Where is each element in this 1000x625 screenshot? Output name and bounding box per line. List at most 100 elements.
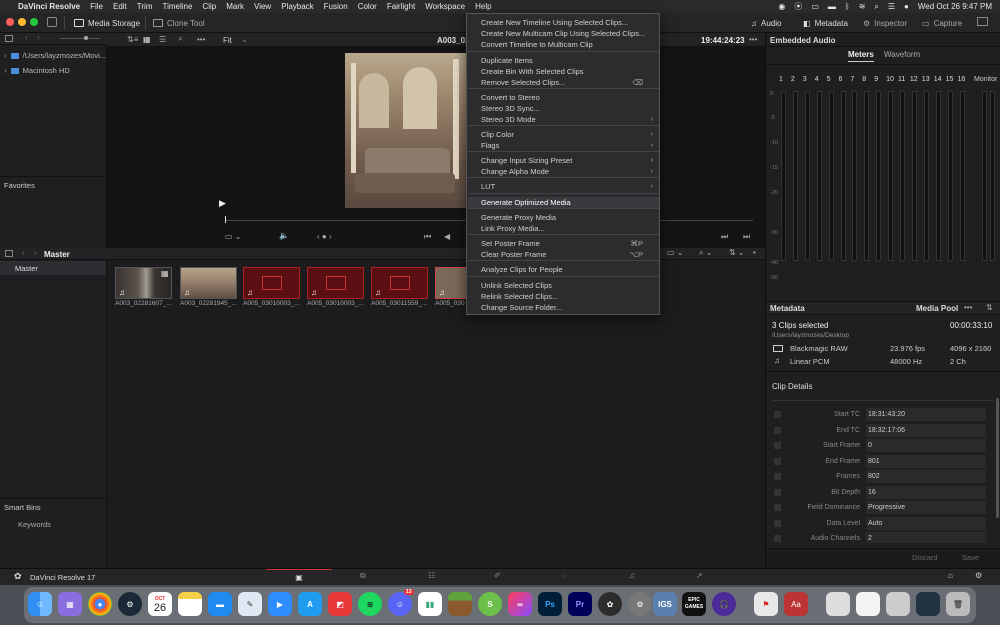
battery-icon[interactable]: ▬ [828, 2, 836, 11]
field-checkbox[interactable] [774, 519, 781, 527]
field-checkbox[interactable] [774, 473, 781, 480]
jog-control[interactable]: ‹ ● › [317, 232, 332, 241]
search-icon[interactable]: ⌕ [178, 34, 182, 44]
viewer-mode-icon[interactable]: ▭ ⌄ [225, 232, 241, 241]
chrome-icon[interactable]: ● [88, 592, 112, 616]
keywords-bin[interactable]: Keywords [18, 520, 51, 529]
settings-gear-icon[interactable]: ⚙ [975, 571, 982, 580]
context-menu-item[interactable]: Change Source Folder... [468, 302, 659, 313]
list-icon[interactable]: ☰ [159, 35, 166, 44]
sidebar-toggle-icon[interactable] [5, 250, 13, 257]
field-checkbox[interactable] [774, 457, 781, 465]
context-menu-item[interactable]: Create New Multicam Clip Using Selected … [468, 28, 659, 39]
zoom-window-button[interactable] [30, 18, 38, 26]
creative-cloud-icon[interactable]: ∞ [508, 592, 532, 616]
clip-detail-value[interactable]: 2 [866, 532, 986, 543]
menu-clip[interactable]: Clip [202, 2, 216, 11]
context-menu-item[interactable]: Relink Selected Clips... [468, 291, 659, 302]
go-to-end-icon[interactable]: ⏭ [721, 232, 728, 242]
context-menu-item[interactable]: Generate Proxy Media [468, 212, 659, 223]
control-center-icon[interactable]: ☰ [888, 2, 895, 11]
view-mode-icon[interactable]: ▭ ⌄ [667, 248, 683, 257]
go-to-start-icon[interactable]: ⏮ [424, 232, 431, 242]
clip-detail-value[interactable]: 16 [866, 485, 986, 499]
finder-icon[interactable]: ☺ [28, 592, 52, 616]
bin-item-master[interactable]: Master [0, 261, 106, 275]
back-icon[interactable]: ‹ [25, 33, 28, 42]
clip-detail-value[interactable]: Progressive [866, 501, 986, 514]
record-icon[interactable]: ⦿ [794, 1, 802, 12]
podcast-app-icon[interactable]: 🎧 [712, 592, 736, 616]
context-menu-item[interactable]: Duplicate Items [468, 55, 659, 66]
minecraft-icon[interactable] [448, 592, 472, 616]
context-menu-item[interactable]: Create Bin With Selected Clips [468, 66, 659, 77]
system-preferences-icon[interactable]: ⚙ [628, 592, 652, 616]
clip-detail-value[interactable]: Auto [866, 516, 986, 530]
menu-color[interactable]: Color [358, 2, 377, 11]
wifi-icon[interactable]: ≋ [859, 2, 866, 11]
more-options-icon[interactable]: • [753, 248, 756, 257]
storage-item[interactable]: › Macintosh HD [4, 66, 70, 75]
epic-games-icon[interactable]: EPIC GAMES [682, 592, 706, 616]
details-scrollbar[interactable] [996, 398, 999, 518]
sort-icon[interactable]: ⇅ ⌄ [729, 248, 745, 257]
metadata-tab[interactable]: ◧ Metadata [797, 13, 854, 33]
cut-page-button[interactable]: ⧉ [360, 571, 366, 581]
menu-fusion[interactable]: Fusion [324, 2, 348, 11]
clip-thumbnail-offline[interactable]: ♫ [307, 267, 364, 299]
menu-workspace[interactable]: Workspace [425, 2, 465, 11]
next-frame-icon[interactable]: ⏭ [743, 232, 750, 242]
context-menu-item[interactable]: Stereo 3D Mode › [468, 114, 659, 125]
serato-icon[interactable]: S [478, 592, 502, 616]
menu-playback[interactable]: Playback [281, 2, 313, 11]
dictionary-icon[interactable]: Aa [784, 592, 808, 616]
context-menu-item[interactable]: Link Proxy Media... [468, 223, 659, 234]
home-icon[interactable]: ⌂ [948, 571, 953, 580]
menu-app-name[interactable]: DaVinci Resolve [18, 2, 80, 11]
zoom-slider[interactable] [60, 38, 100, 39]
window-thumbnail-icon[interactable] [886, 592, 910, 616]
save-button[interactable]: Save [962, 553, 979, 562]
color-page-button[interactable]: ◌ [562, 571, 567, 580]
storage-item[interactable]: › /Users/layzmozes/Movi... [4, 51, 106, 60]
context-menu-item[interactable]: Clear Poster Frame ⌥P [468, 249, 659, 260]
context-menu-item[interactable]: Unlink Selected Clips [468, 280, 659, 291]
photoshop-icon[interactable]: Ps [538, 592, 562, 616]
premiere-icon[interactable]: Pr [568, 592, 592, 616]
fairlight-page-button[interactable]: ♫ [629, 571, 635, 580]
clip-thumbnail[interactable]: ♫ [435, 267, 467, 299]
menu-edit[interactable]: Edit [113, 2, 127, 11]
photo-app-icon[interactable]: ◩ [328, 592, 352, 616]
launchpad-icon[interactable]: ▦ [58, 592, 82, 616]
sidebar-toggle-icon[interactable] [5, 35, 13, 42]
close-window-button[interactable] [6, 18, 14, 26]
context-menu-item[interactable]: Convert Timeline to Multicam Clip [468, 39, 659, 50]
steam-icon[interactable]: ⚙ [118, 592, 142, 616]
menu-file[interactable]: File [90, 2, 103, 11]
clip-detail-value[interactable]: 801 [866, 454, 986, 468]
notes-icon[interactable] [178, 592, 202, 616]
window-thumbnail-icon[interactable] [826, 592, 850, 616]
clip-thumbnail-offline[interactable]: ♫ [371, 267, 428, 299]
clip-detail-value[interactable]: 802 [866, 470, 986, 483]
clip-detail-value[interactable]: 18:31:43:20 [866, 408, 986, 421]
forward-icon[interactable]: › [34, 248, 37, 257]
field-checkbox[interactable] [774, 488, 781, 496]
media-pool-dropdown[interactable]: Media Pool [916, 304, 958, 313]
context-menu-item[interactable]: Stereo 3D Sync... [468, 103, 659, 114]
capture-tab[interactable]: ▭ Capture [916, 13, 968, 33]
edit-page-button[interactable]: ☷ [428, 571, 435, 580]
spotify-icon[interactable]: ≋ [358, 592, 382, 616]
discord-icon[interactable]: ☺ 13 [388, 589, 414, 616]
clone-tool-tab[interactable]: Clone Tool [147, 13, 211, 33]
inspector-tab[interactable]: ⚙ Inspector [857, 13, 913, 33]
davinci-resolve-icon[interactable]: ✿ [598, 592, 622, 616]
bluetooth-icon[interactable]: ᛒ [845, 2, 850, 11]
field-checkbox[interactable] [774, 504, 781, 511]
menu-help[interactable]: Help [475, 2, 491, 11]
more-options-icon[interactable]: ••• [749, 35, 757, 44]
field-checkbox[interactable] [774, 411, 781, 418]
fullscreen-icon[interactable] [977, 17, 988, 26]
context-menu-item[interactable]: Analyze Clips for People [468, 264, 659, 275]
media-page-button[interactable]: ▣ [266, 569, 332, 585]
